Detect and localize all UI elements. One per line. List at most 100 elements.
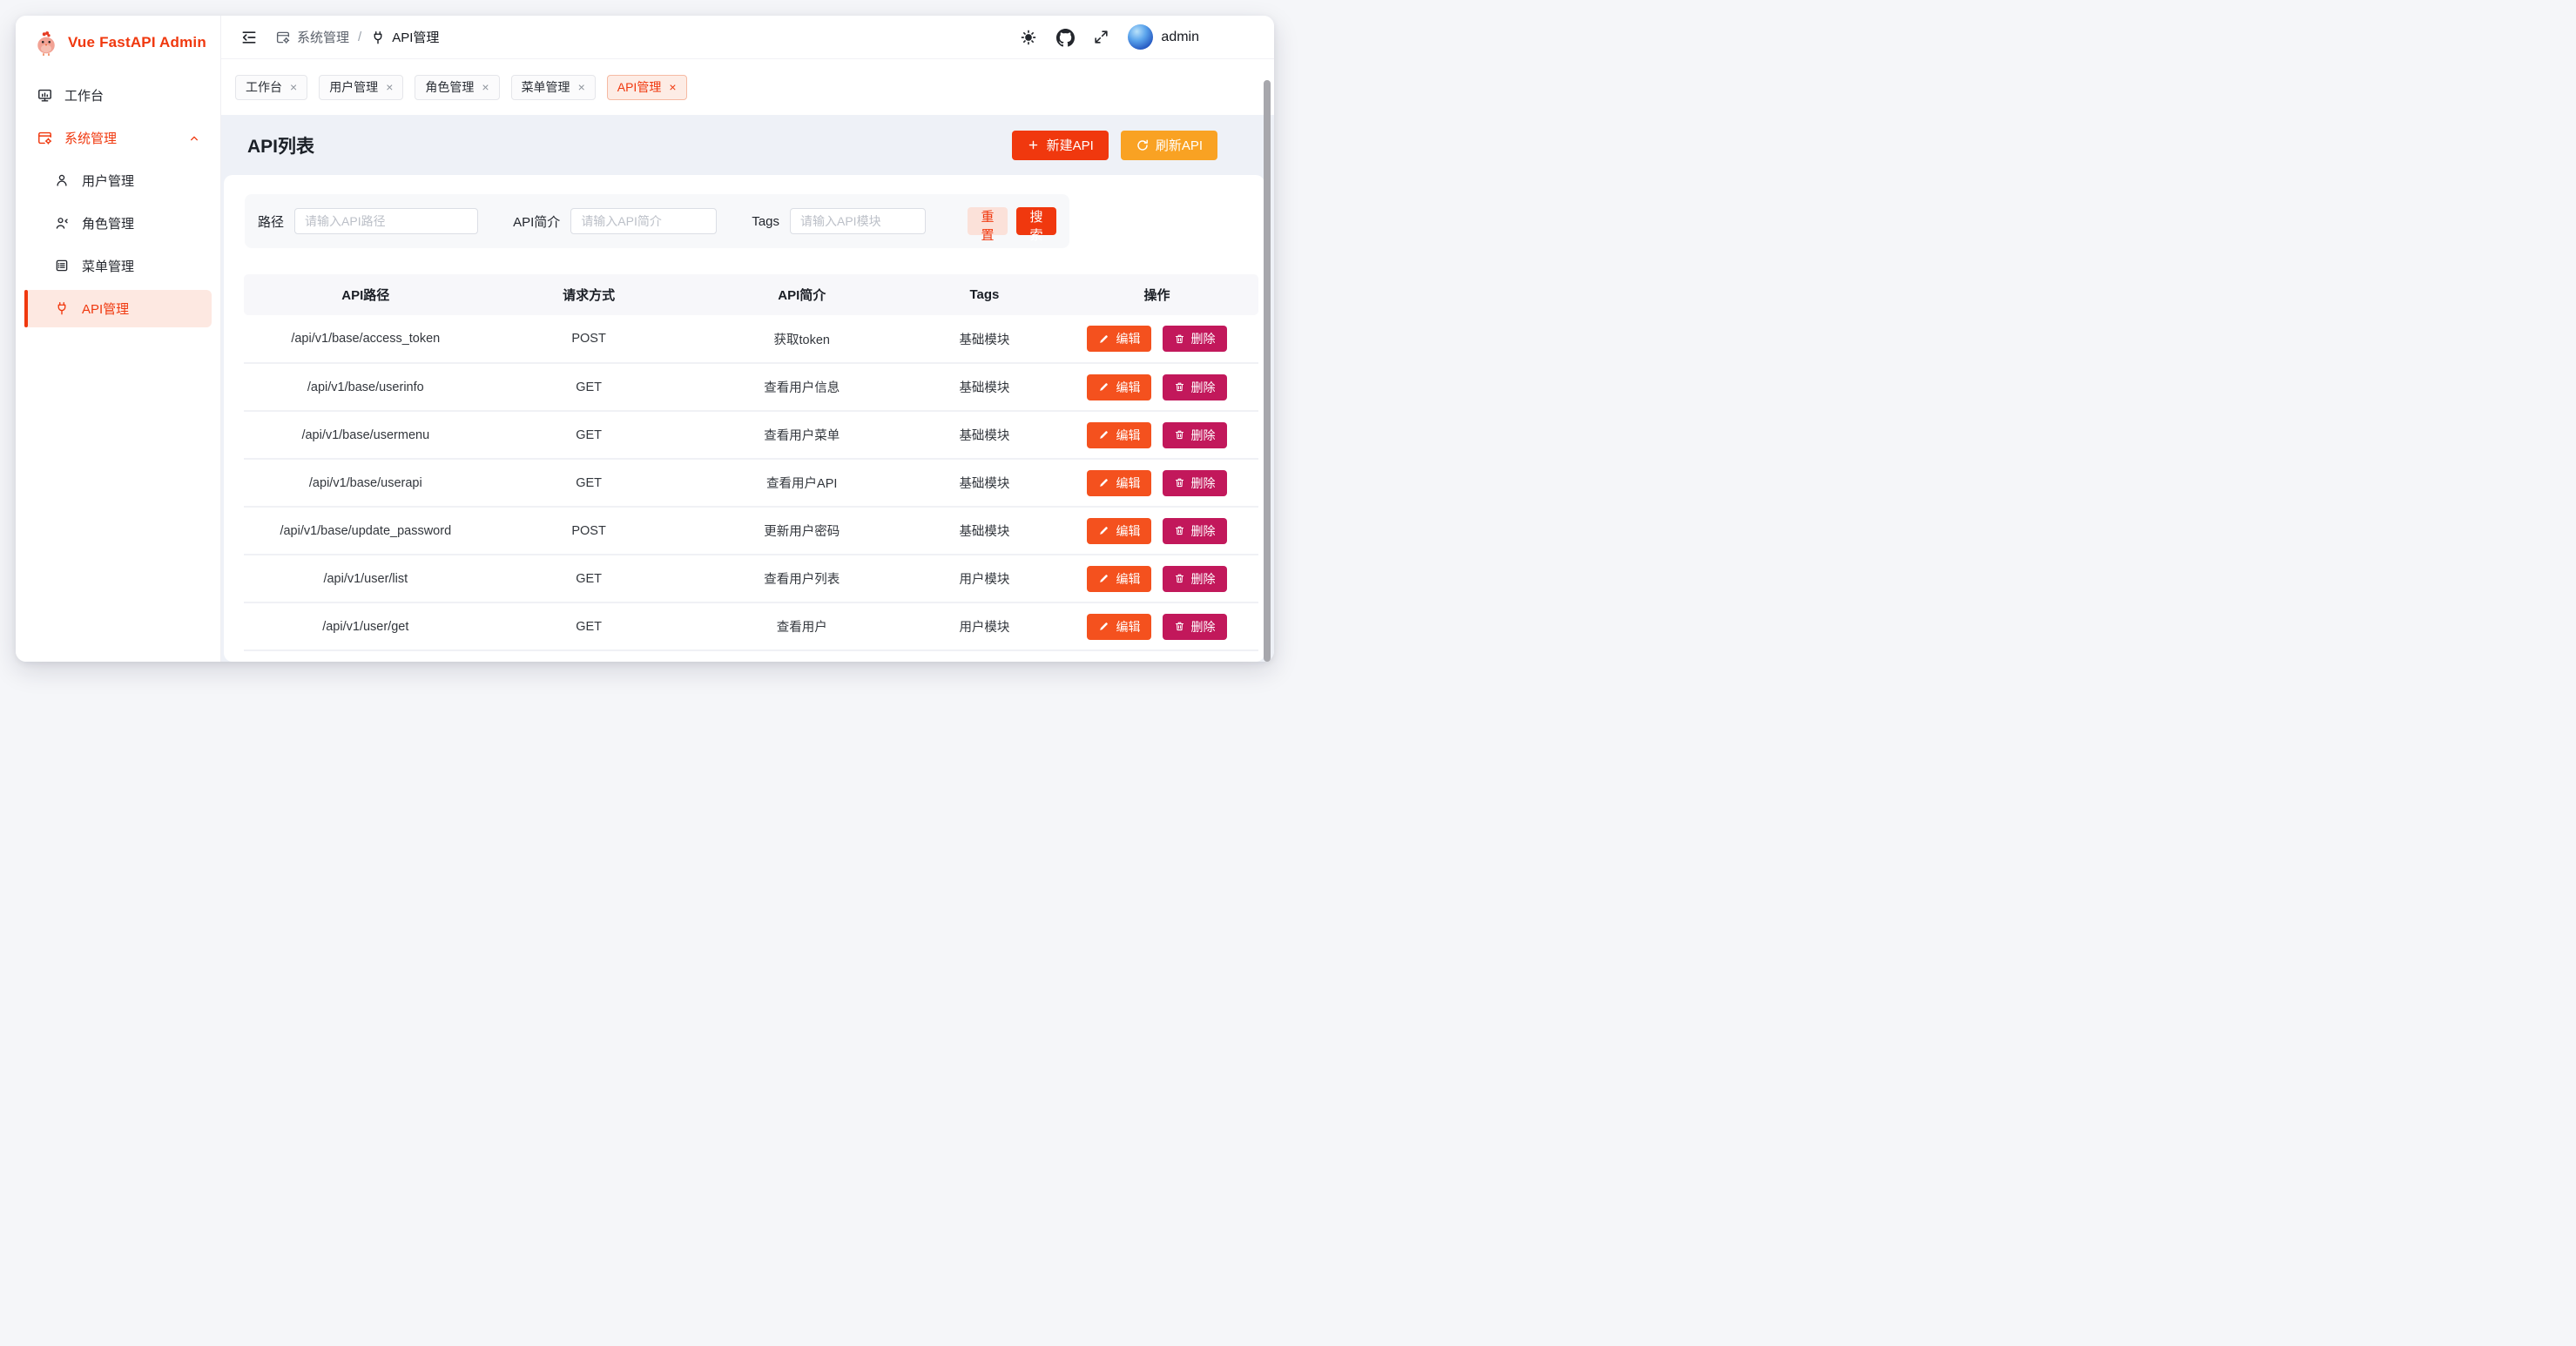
- close-icon[interactable]: ×: [669, 81, 676, 93]
- cell-tags: 基础模块: [914, 411, 1055, 459]
- tab-label: 工作台: [246, 78, 282, 96]
- user-icon: [54, 172, 71, 189]
- page-actions: 新建API 刷新API: [1012, 131, 1217, 160]
- delete-button[interactable]: 删除: [1163, 518, 1227, 544]
- cell-summary: 查看用户列表: [691, 555, 914, 602]
- edit-button[interactable]: 编辑: [1087, 326, 1151, 352]
- close-icon[interactable]: ×: [482, 81, 489, 93]
- delete-button[interactable]: 删除: [1163, 374, 1227, 400]
- edit-button[interactable]: 编辑: [1087, 614, 1151, 640]
- menu-fold-icon[interactable]: [240, 29, 258, 46]
- tab-label: 用户管理: [329, 78, 378, 96]
- delete-button[interactable]: 删除: [1163, 566, 1227, 592]
- page-content: API列表 新建API: [221, 115, 1274, 662]
- page-title: API列表: [247, 132, 314, 158]
- col-method: 请求方式: [488, 274, 691, 315]
- refresh-api-button[interactable]: 刷新API: [1121, 131, 1217, 160]
- create-api-button[interactable]: 新建API: [1012, 131, 1109, 160]
- trash-icon: [1174, 621, 1185, 632]
- search-button[interactable]: 搜索: [1016, 207, 1056, 235]
- tab-menus[interactable]: 菜单管理 ×: [511, 75, 596, 100]
- cell-summary: 查看用户菜单: [691, 411, 914, 459]
- trash-icon: [1174, 381, 1185, 393]
- sidebar-item-roles[interactable]: 角色管理: [24, 205, 212, 242]
- cell-summary: 查看用户: [691, 602, 914, 650]
- tags-filter-input[interactable]: [790, 208, 926, 234]
- plug-icon: [54, 300, 71, 317]
- cell-method: GET: [488, 602, 691, 650]
- close-icon[interactable]: ×: [290, 81, 297, 93]
- app-title: Vue FastAPI Admin: [68, 34, 206, 51]
- sidebar-item-users[interactable]: 用户管理: [24, 162, 212, 199]
- col-tags: Tags: [914, 274, 1055, 315]
- delete-button[interactable]: 删除: [1163, 470, 1227, 496]
- github-icon[interactable]: [1056, 29, 1074, 46]
- fullscreen-icon[interactable]: [1093, 29, 1110, 46]
- sidebar-item-menus[interactable]: 菜单管理: [24, 247, 212, 285]
- tab-workbench[interactable]: 工作台 ×: [235, 75, 307, 100]
- logo: Vue FastAPI Admin: [16, 21, 220, 64]
- tab-users[interactable]: 用户管理 ×: [319, 75, 403, 100]
- col-actions: 操作: [1055, 274, 1258, 315]
- col-summary: API简介: [691, 274, 914, 315]
- breadcrumb: 系统管理 / API管理: [275, 28, 439, 46]
- cell-tags: 用户模块: [914, 602, 1055, 650]
- close-icon[interactable]: ×: [386, 81, 393, 93]
- tab-label: 菜单管理: [522, 78, 570, 96]
- user-menu[interactable]: admin: [1128, 24, 1199, 50]
- cell-path: /api/v1/base/access_token: [244, 315, 488, 363]
- tab-roles[interactable]: 角色管理 ×: [415, 75, 499, 100]
- reset-button[interactable]: 重置: [968, 207, 1008, 235]
- cell-method: GET: [488, 459, 691, 507]
- cell-path: /api/v1/base/userapi: [244, 459, 488, 507]
- avatar: [1128, 24, 1153, 50]
- tab-api[interactable]: API管理 ×: [607, 75, 687, 100]
- pencil-icon: [1098, 621, 1109, 632]
- chicken-logo-icon: [33, 30, 59, 56]
- table-row: /api/v1/base/userapi GET 查看用户API 基础模块 编辑…: [244, 459, 1258, 507]
- edit-button[interactable]: 编辑: [1087, 518, 1151, 544]
- cell-tags: 基础模块: [914, 363, 1055, 411]
- chevron-up-icon: [187, 131, 201, 145]
- breadcrumb-parent[interactable]: 系统管理: [275, 28, 349, 46]
- edit-button[interactable]: 编辑: [1087, 470, 1151, 496]
- trash-icon: [1174, 429, 1185, 441]
- sidebar-item-api[interactable]: API管理: [24, 290, 212, 327]
- table-header-row: API路径 请求方式 API简介 Tags 操作: [244, 274, 1258, 315]
- cell-method: GET: [488, 555, 691, 602]
- edit-button[interactable]: 编辑: [1087, 422, 1151, 448]
- breadcrumb-separator: /: [358, 30, 361, 44]
- sidebar-item-system[interactable]: 系统管理: [24, 119, 212, 157]
- content-card: 路径 API简介 Tags 重置 搜索 API路径: [224, 175, 1264, 662]
- username: admin: [1161, 30, 1199, 45]
- list-icon: [54, 258, 71, 274]
- delete-button[interactable]: 删除: [1163, 326, 1227, 352]
- tab-label: API管理: [617, 78, 662, 96]
- user-switch-icon: [54, 215, 71, 232]
- vertical-scrollbar[interactable]: [1264, 80, 1271, 662]
- trash-icon: [1174, 573, 1185, 584]
- sidebar-item-label: 用户管理: [82, 172, 134, 190]
- breadcrumb-current-label: API管理: [392, 28, 439, 46]
- cell-actions: 编辑 删除: [1055, 507, 1258, 555]
- theme-sun-icon[interactable]: [1020, 29, 1037, 46]
- sidebar-item-label: API管理: [82, 299, 129, 318]
- cell-actions: 编辑 删除: [1055, 363, 1258, 411]
- delete-button[interactable]: 删除: [1163, 614, 1227, 640]
- cell-method: POST: [488, 507, 691, 555]
- edit-button[interactable]: 编辑: [1087, 566, 1151, 592]
- cell-tags: 基础模块: [914, 459, 1055, 507]
- cell-path: /api/v1/user/get: [244, 602, 488, 650]
- path-filter-input[interactable]: [294, 208, 478, 234]
- summary-filter-input[interactable]: [570, 208, 717, 234]
- table-row: /api/v1/user/get GET 查看用户 用户模块 编辑 删除: [244, 602, 1258, 650]
- sidebar-menu: 工作台 系统管理: [16, 64, 220, 333]
- close-icon[interactable]: ×: [578, 81, 585, 93]
- edit-button[interactable]: 编辑: [1087, 374, 1151, 400]
- breadcrumb-current[interactable]: API管理: [370, 28, 439, 46]
- delete-button[interactable]: 删除: [1163, 422, 1227, 448]
- pencil-icon: [1098, 573, 1109, 584]
- summary-filter-label: API简介: [513, 212, 560, 231]
- sidebar-item-workbench[interactable]: 工作台: [24, 77, 212, 114]
- trash-icon: [1174, 477, 1185, 488]
